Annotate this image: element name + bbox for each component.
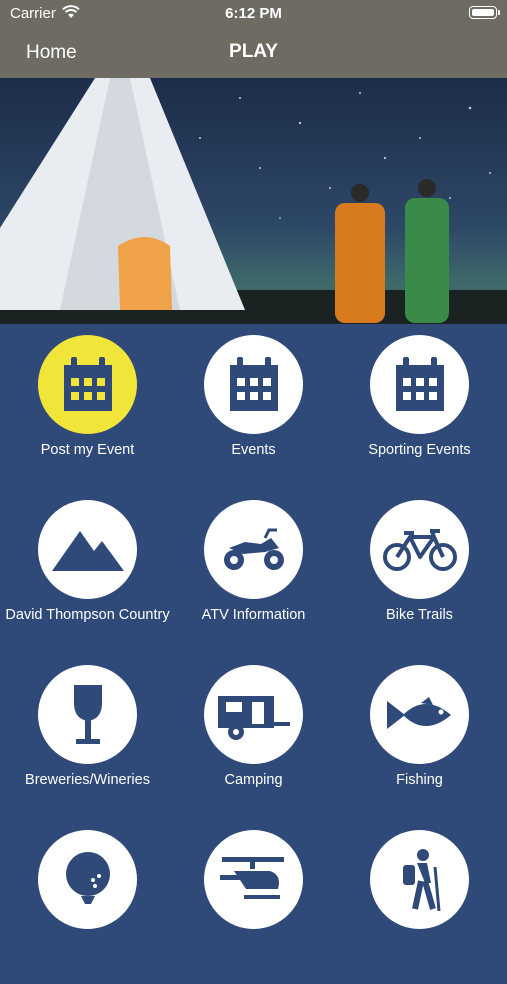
tile-label: Sporting Events xyxy=(368,442,471,458)
activity-grid: Post my Event Events Sporting Events Dav… xyxy=(0,324,507,929)
home-back-button[interactable]: Home xyxy=(26,42,77,64)
status-bar: Carrier 6:12 PM xyxy=(0,0,507,28)
tile-breweries-wineries[interactable]: Breweries/Wineries xyxy=(3,654,172,819)
calendar-icon xyxy=(370,335,469,434)
battery-icon xyxy=(469,6,500,19)
tile-bike-trails[interactable]: Bike Trails xyxy=(335,489,504,654)
tile-sporting-events[interactable]: Sporting Events xyxy=(335,324,504,489)
tile-atv-information[interactable]: ATV Information xyxy=(169,489,338,654)
hero-image xyxy=(0,78,507,324)
tile-label: Post my Event xyxy=(40,442,135,458)
clock: 6:12 PM xyxy=(225,5,282,22)
golf-ball-icon xyxy=(38,830,137,929)
tile-events[interactable]: Events xyxy=(169,324,338,489)
tile-label: Camping xyxy=(224,772,283,788)
tile-label: Events xyxy=(231,442,276,458)
tile-label: Fishing xyxy=(396,772,443,788)
atv-icon xyxy=(204,500,303,599)
tile-hiking[interactable] xyxy=(335,819,504,984)
tile-golf[interactable] xyxy=(3,819,172,984)
helicopter-icon xyxy=(204,830,303,929)
bicycle-icon xyxy=(370,500,469,599)
tile-label: Breweries/Wineries xyxy=(25,772,150,788)
camper-trailer-icon xyxy=(204,665,303,764)
tile-helicopter[interactable] xyxy=(169,819,338,984)
tile-label: David Thompson Country xyxy=(5,607,170,623)
hiker-icon xyxy=(370,830,469,929)
wine-glass-icon xyxy=(38,665,137,764)
navigation-bar: Home PLAY xyxy=(0,28,507,78)
tile-label: Bike Trails xyxy=(386,607,453,623)
mountain-icon xyxy=(38,500,137,599)
tile-fishing[interactable]: Fishing xyxy=(335,654,504,819)
tile-label: ATV Information xyxy=(201,607,306,623)
calendar-icon xyxy=(204,335,303,434)
tile-camping[interactable]: Camping xyxy=(169,654,338,819)
tile-david-thompson-country[interactable]: David Thompson Country xyxy=(3,489,172,654)
calendar-icon xyxy=(38,335,137,434)
fish-icon xyxy=(370,665,469,764)
tile-post-my-event[interactable]: Post my Event xyxy=(3,324,172,489)
